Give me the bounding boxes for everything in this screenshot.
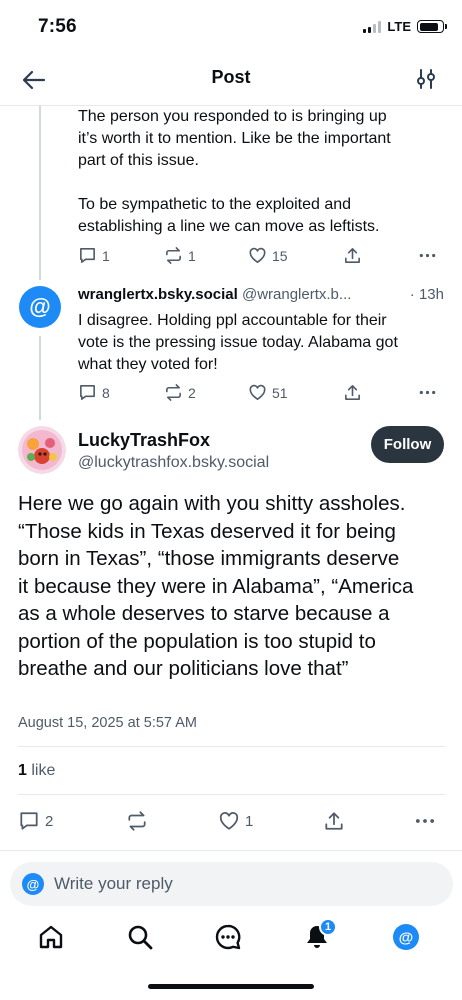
share-button[interactable] — [343, 246, 362, 265]
reply-button[interactable]: 8 — [78, 383, 110, 402]
bottom-tab-bar: @ — [0, 916, 462, 966]
display-name[interactable]: LuckyTrashFox — [78, 430, 210, 451]
profile-icon[interactable]: @ — [391, 922, 421, 952]
at-sign-icon: @ — [22, 873, 44, 895]
like-count: 15 — [272, 247, 288, 264]
heart-icon — [249, 247, 266, 263]
comment-icon — [20, 812, 38, 830]
signal-icon — [363, 20, 382, 33]
comment-icon — [80, 248, 95, 263]
search-icon[interactable] — [125, 922, 155, 952]
share-button[interactable] — [323, 810, 345, 832]
share-icon — [325, 812, 343, 830]
thread-line — [39, 106, 41, 280]
post-header: Post — [0, 56, 462, 106]
reply-count: 8 — [102, 384, 110, 401]
more-icon — [419, 390, 436, 395]
parent-reply-text: The person you responded to is bringing … — [78, 106, 450, 238]
avatar[interactable] — [18, 426, 66, 474]
reply-count: 2 — [45, 812, 54, 830]
reply-count: 1 — [102, 247, 110, 264]
repost-count: 1 — [188, 247, 196, 264]
heart-icon — [219, 812, 239, 830]
page-title: Post — [211, 67, 251, 87]
divider — [18, 746, 445, 747]
text-line: it because they were in Alabama”, “Ameri… — [18, 574, 414, 598]
repost-icon — [166, 384, 181, 401]
post-timestamp: August 15, 2025 at 5:57 AM — [18, 715, 197, 731]
home-icon[interactable] — [36, 922, 66, 952]
text-line: breathe and our politicians love that” — [18, 657, 349, 680]
thread-line — [39, 336, 41, 420]
share-icon — [345, 248, 360, 263]
reply-composer[interactable]: @ — [10, 862, 453, 906]
follow-button[interactable]: Follow — [371, 426, 444, 463]
more-options-button[interactable] — [418, 246, 437, 265]
display-name[interactable]: wranglertx.bsky.social — [78, 286, 238, 303]
share-button[interactable] — [343, 383, 362, 402]
parent-reply-actions: 1 1 15 — [78, 246, 440, 268]
home-indicator — [148, 984, 314, 989]
more-options-button[interactable] — [418, 383, 437, 402]
reply-input[interactable] — [54, 870, 434, 898]
text-line: born in Texas”, “those immigrants deserv… — [18, 547, 400, 570]
like-summary[interactable]: 1 like — [18, 762, 55, 780]
more-icon — [415, 819, 435, 823]
like-word: like — [26, 762, 56, 779]
handle[interactable]: @wranglertx.b... — [242, 286, 351, 303]
like-total: 1 — [18, 762, 27, 779]
repost-button[interactable]: 1 — [164, 246, 196, 265]
repost-count: 2 — [188, 384, 196, 401]
text-line: as a whole deserves to starve because a — [18, 602, 390, 625]
heart-icon — [249, 384, 266, 400]
sliders-icon[interactable] — [414, 67, 438, 91]
share-icon — [345, 385, 360, 400]
repost-button[interactable] — [126, 810, 148, 832]
reply-post-text: I disagree. Holding ppl accountable for … — [78, 310, 450, 376]
repost-icon — [166, 247, 181, 264]
like-button[interactable]: 1 — [218, 810, 253, 832]
reply-post-header: wranglertx.bsky.social @wranglertx.b... … — [78, 286, 450, 303]
text-line: To be sympathetic to the exploited and — [78, 196, 352, 213]
text-line: vote is the pressing issue today. Alabam… — [78, 334, 398, 351]
main-post-text: Here we go again with you shitty asshole… — [18, 490, 448, 683]
text-line: it’s worth it to mention. Like be the im… — [78, 130, 391, 147]
status-time: 7:56 — [38, 16, 77, 37]
text-line: The person you responded to is bringing … — [78, 108, 387, 125]
network-label: LTE — [387, 19, 411, 34]
repost-button[interactable]: 2 — [164, 383, 196, 402]
like-count: 1 — [245, 812, 254, 830]
reply-button[interactable]: 2 — [18, 810, 53, 832]
text-line — [78, 172, 450, 194]
status-bar: 7:56 LTE — [0, 0, 462, 54]
like-button[interactable]: 51 — [248, 383, 288, 402]
handle[interactable]: @luckytrashfox.bsky.social — [78, 454, 269, 472]
like-count: 51 — [272, 384, 288, 401]
like-button[interactable]: 15 — [248, 246, 288, 265]
chat-icon[interactable] — [213, 922, 243, 952]
more-options-button[interactable] — [414, 810, 436, 832]
text-line: portion of the population is too stupid … — [18, 629, 376, 653]
svg-text:@: @ — [399, 930, 414, 947]
text-line: “Those kids in Texas deserved it for bei… — [18, 519, 396, 543]
reply-post-actions: 8 2 51 — [78, 383, 440, 405]
at-sign-icon: @ — [29, 294, 51, 319]
text-line: establishing a line we can move as lefti… — [78, 218, 380, 235]
reply-button[interactable]: 1 — [78, 246, 110, 265]
more-icon — [419, 253, 436, 258]
text-line: part of this issue. — [78, 152, 199, 169]
divider — [0, 850, 462, 851]
status-indicators: LTE — [363, 19, 447, 34]
post-time: · 13h — [405, 286, 444, 303]
avatar[interactable]: @ — [19, 286, 61, 328]
text-line: I disagree. Holding ppl accountable for … — [78, 312, 387, 329]
battery-icon — [417, 20, 447, 33]
comment-icon — [80, 385, 95, 400]
main-post-actions: 2 1 — [18, 810, 444, 834]
text-line: what they voted for! — [78, 356, 218, 373]
repost-icon — [128, 811, 146, 831]
notification-badge: 1 — [319, 918, 337, 936]
divider — [18, 794, 445, 795]
text-line: Here we go again with you shitty asshole… — [18, 492, 406, 515]
